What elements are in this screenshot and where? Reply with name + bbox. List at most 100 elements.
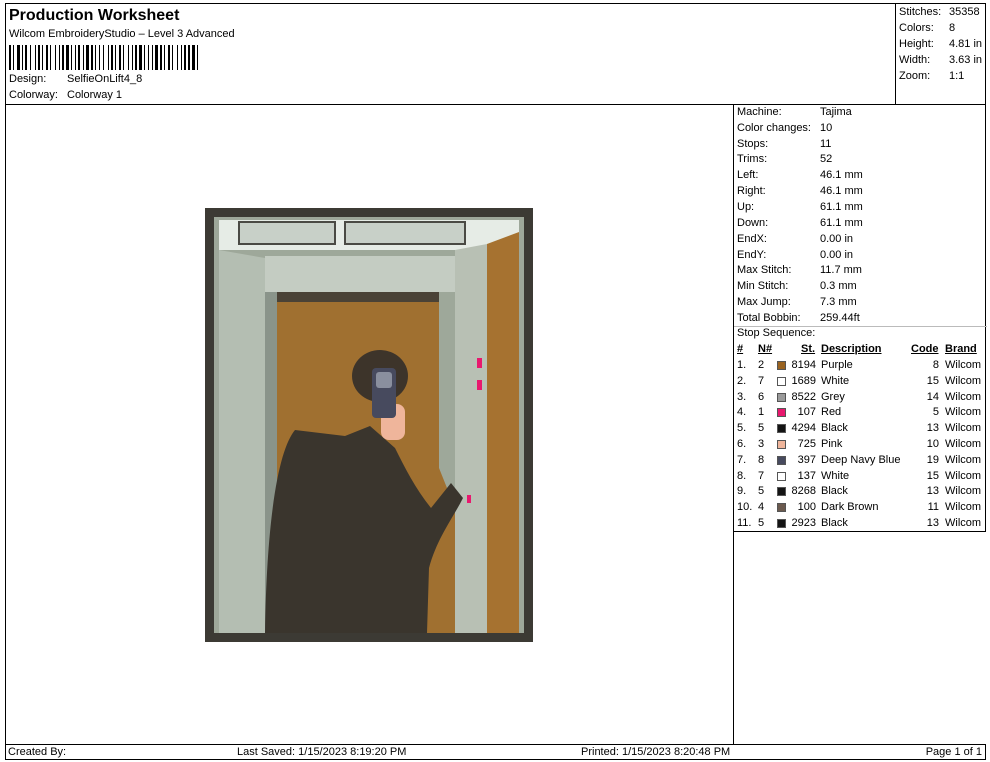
page-number: Page 1 of 1 bbox=[925, 746, 982, 758]
info-row-left: Left: 46.1 mm bbox=[737, 169, 863, 181]
stitch-count: 725 bbox=[797, 438, 816, 450]
barcode bbox=[9, 45, 198, 70]
info-label: EndX: bbox=[737, 233, 767, 245]
row-index: 2. bbox=[737, 374, 747, 387]
info-label: Up: bbox=[737, 201, 755, 213]
info-label: Max Jump: bbox=[737, 296, 791, 308]
thread-color-swatch bbox=[777, 503, 786, 513]
stitch-count: 8194 bbox=[791, 359, 816, 371]
info-value: 52 bbox=[820, 153, 833, 165]
thread-code: 14 bbox=[926, 390, 939, 403]
table-row: 4. 1 107 Red 5 Wilcom bbox=[734, 406, 987, 422]
thread-color-swatch bbox=[777, 424, 786, 434]
row-index: 11. bbox=[737, 517, 752, 529]
col-header-needle: N# bbox=[758, 343, 773, 355]
thread-brand: Wilcom bbox=[945, 406, 982, 419]
info-value: Tajima bbox=[820, 106, 852, 118]
stat-height: Height: 4.81 in bbox=[899, 38, 982, 50]
needle-number: 8 bbox=[758, 453, 765, 466]
table-row: 2. 7 1689 White 15 Wilcom bbox=[734, 375, 987, 391]
stat-stitches: Stitches: 35358 bbox=[899, 6, 980, 18]
thread-description: White bbox=[821, 469, 850, 482]
info-row-up: Up: 61.1 mm bbox=[737, 201, 863, 213]
thread-brand: Wilcom bbox=[945, 390, 982, 403]
stat-value: 35358 bbox=[949, 6, 980, 18]
thread-code: 11 bbox=[927, 501, 939, 514]
thread-color-swatch bbox=[777, 361, 786, 370]
colorway-field: Colorway: Colorway 1 bbox=[9, 89, 122, 101]
row-index: 4. bbox=[737, 406, 747, 419]
needle-number: 2 bbox=[758, 359, 765, 371]
stat-value: 1:1 bbox=[949, 70, 965, 82]
info-label: Trims: bbox=[737, 153, 768, 165]
col-header-brand: Brand bbox=[945, 343, 977, 355]
row-index: 10. bbox=[737, 501, 753, 514]
needle-number: 4 bbox=[758, 501, 765, 514]
info-label: Machine: bbox=[737, 106, 782, 118]
thread-code: 13 bbox=[926, 422, 939, 435]
stat-width: Width: 3.63 in bbox=[899, 54, 982, 66]
needle-number: 6 bbox=[758, 390, 765, 403]
info-value: 0.00 in bbox=[820, 233, 854, 245]
info-label: Left: bbox=[737, 169, 759, 181]
thread-code: 13 bbox=[926, 517, 939, 529]
col-header-stitches: St. bbox=[801, 343, 816, 355]
stat-value: 3.63 in bbox=[949, 54, 983, 66]
info-row-total-bobbin: Total Bobbin: 259.44ft bbox=[737, 312, 860, 324]
info-value: 61.1 mm bbox=[820, 201, 863, 213]
info-row-right: Right: 46.1 mm bbox=[737, 185, 863, 197]
thread-description: Pink bbox=[821, 438, 843, 450]
col-header-index: # bbox=[737, 343, 744, 355]
thread-code: 10 bbox=[926, 438, 939, 450]
stat-label: Height: bbox=[899, 38, 934, 50]
info-row-max-stitch: Max Stitch: 11.7 mm bbox=[737, 264, 862, 276]
worksheet-footer: Created By: Last Saved: 1/15/2023 8:19:2… bbox=[5, 744, 986, 760]
stitch-count: 1689 bbox=[791, 374, 816, 387]
info-value: 10 bbox=[820, 122, 833, 134]
thread-description: Grey bbox=[821, 390, 845, 403]
thread-description: Purple bbox=[821, 359, 853, 371]
embroidery-design-preview bbox=[205, 208, 533, 642]
thread-brand: Wilcom bbox=[945, 374, 982, 387]
printed-date: Printed: 1/15/2023 8:20:48 PM bbox=[581, 746, 731, 758]
info-label: Total Bobbin: bbox=[737, 312, 801, 324]
info-value: 46.1 mm bbox=[820, 185, 863, 197]
info-value: 7.3 mm bbox=[820, 296, 857, 308]
table-row: 11. 5 2923 Black 13 Wilcom bbox=[734, 517, 987, 533]
thread-color-swatch bbox=[777, 487, 786, 497]
thread-color-swatch bbox=[777, 392, 786, 402]
software-subtitle: Wilcom EmbroideryStudio – Level 3 Advanc… bbox=[9, 28, 235, 40]
stop-sequence-title: Stop Sequence: bbox=[737, 327, 816, 339]
design-field: Design: SelfieOnLift4_8 bbox=[9, 73, 142, 85]
info-value: 11.7 mm bbox=[820, 264, 862, 276]
thread-brand: Wilcom bbox=[945, 422, 982, 435]
row-index: 8. bbox=[737, 469, 747, 482]
needle-number: 1 bbox=[758, 406, 765, 419]
stitch-count: 397 bbox=[797, 453, 816, 466]
stitch-count: 8268 bbox=[791, 485, 816, 498]
row-index: 3. bbox=[737, 390, 747, 403]
colorway-label: Colorway: bbox=[9, 89, 58, 101]
created-by: Created By: bbox=[8, 746, 67, 758]
table-row: 3. 6 8522 Grey 14 Wilcom bbox=[734, 391, 987, 407]
thread-brand: Wilcom bbox=[945, 485, 982, 498]
stat-value: 8 bbox=[949, 22, 956, 34]
thread-code: 19 bbox=[926, 453, 939, 466]
thread-code: 13 bbox=[926, 485, 939, 498]
needle-number: 7 bbox=[758, 374, 765, 387]
info-value: 0.3 mm bbox=[820, 280, 857, 292]
info-value: 46.1 mm bbox=[820, 169, 863, 181]
info-value: 61.1 mm bbox=[820, 217, 863, 229]
stat-label: Zoom: bbox=[899, 70, 931, 82]
info-label: Max Stitch: bbox=[737, 264, 792, 276]
thread-code: 15 bbox=[926, 374, 939, 387]
row-index: 5. bbox=[737, 422, 747, 435]
info-row-endy: EndY: 0.00 in bbox=[737, 249, 853, 261]
table-row: 7. 8 397 Deep Navy Blue 19 Wilcom bbox=[734, 454, 987, 470]
thread-code: 8 bbox=[932, 359, 939, 371]
design-stats: Stitches: 35358 Colors: 8 Height: 4.81 in W… bbox=[895, 3, 986, 105]
info-row-stops: Stops: 11 bbox=[737, 138, 831, 150]
thread-brand: Wilcom bbox=[945, 517, 982, 529]
colorway-value: Colorway 1 bbox=[67, 89, 123, 101]
table-row: 6. 3 725 Pink 10 Wilcom bbox=[734, 438, 987, 454]
